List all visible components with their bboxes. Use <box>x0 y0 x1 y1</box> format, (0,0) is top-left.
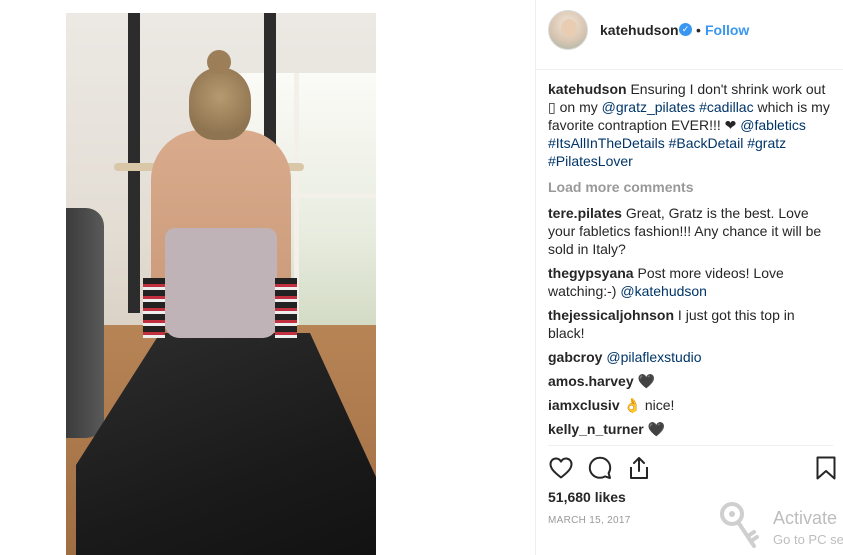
tag-link[interactable]: @pilaflexstudio <box>606 349 701 365</box>
tag-link[interactable]: #PilatesLover <box>548 153 633 169</box>
header-username[interactable]: katehudson <box>600 22 679 38</box>
tag-link[interactable]: #BackDetail <box>669 135 744 151</box>
watermark-line-2: Go to PC se <box>773 532 843 547</box>
avatar[interactable] <box>548 10 588 50</box>
comment-username[interactable]: thegypsyana <box>548 265 634 281</box>
comment-username[interactable]: tere.pilates <box>548 205 622 221</box>
tag-link[interactable]: #ItsAllInTheDetails <box>548 135 665 151</box>
panel-divider <box>535 0 536 555</box>
photo-person <box>143 50 297 368</box>
comment-text: ▯ <box>548 99 556 115</box>
tag-link[interactable]: #gratz <box>747 135 786 151</box>
tag-link[interactable]: @gratz_pilates <box>602 99 696 115</box>
activation-watermark: Activate Go to PC se <box>718 500 843 555</box>
comment-row: gabcroy @pilaflexstudio <box>548 348 833 366</box>
comment-icon[interactable] <box>587 455 613 481</box>
tag-link[interactable]: #cadillac <box>699 99 753 115</box>
person-hair <box>189 68 251 140</box>
person-top <box>165 228 277 338</box>
comment-row: amos.harvey 🖤 <box>548 372 833 390</box>
comment-row: thejessicaljohnson I just got this top i… <box>548 306 833 342</box>
tag-link[interactable]: @katehudson <box>620 283 707 299</box>
comment-username[interactable]: thejessicaljohnson <box>548 307 674 323</box>
verified-badge-icon: ✓ <box>679 23 692 36</box>
caption: katehudson Ensuring I don't shrink work … <box>548 80 833 170</box>
person-sock-left <box>143 278 165 338</box>
comment-row: iamxclusiv 👌 nice! <box>548 396 833 414</box>
comment-list: tere.pilates Great, Gratz is the best. L… <box>548 204 833 438</box>
comment-text: on my <box>555 99 602 115</box>
follow-button[interactable]: Follow <box>705 22 749 38</box>
person-sock-right <box>275 278 297 338</box>
watermark-line-1: Activate <box>773 508 838 528</box>
photo-machine <box>66 208 104 438</box>
comment-username[interactable]: amos.harvey <box>548 373 634 389</box>
comment-username[interactable]: iamxclusiv <box>548 397 620 413</box>
actions-divider <box>548 445 833 446</box>
post-header: katehudson ✓ • Follow <box>536 0 843 70</box>
post-date: MARCH 15, 2017 <box>548 515 631 526</box>
comment-text: 🖤 <box>633 373 655 389</box>
header-separator: • <box>696 22 701 38</box>
bookmark-icon[interactable] <box>813 455 839 481</box>
comment-text: Ensuring I don't shrink work out <box>626 81 826 97</box>
comment-row: tere.pilates Great, Gratz is the best. L… <box>548 204 833 258</box>
comments-section: katehudson Ensuring I don't shrink work … <box>548 80 833 444</box>
likes-count[interactable]: 51,680 likes <box>548 489 626 505</box>
comment-text: 👌 nice! <box>619 397 675 413</box>
load-more-comments-button[interactable]: Load more comments <box>548 178 833 196</box>
comment-username[interactable]: gabcroy <box>548 349 602 365</box>
caption-username[interactable]: katehudson <box>548 81 627 97</box>
post-photo[interactable] <box>66 13 376 555</box>
share-icon[interactable] <box>626 455 652 481</box>
comment-row: thegypsyana Post more videos! Love watch… <box>548 264 833 300</box>
comment-username[interactable]: kelly_n_turner <box>548 421 644 437</box>
key-icon <box>720 502 759 548</box>
heart-icon[interactable] <box>548 455 574 481</box>
person-bun <box>207 50 231 74</box>
comment-row: kelly_n_turner 🖤 <box>548 420 833 438</box>
comment-text: 🖤 <box>643 421 666 437</box>
tag-link[interactable]: @fabletics <box>740 117 806 133</box>
